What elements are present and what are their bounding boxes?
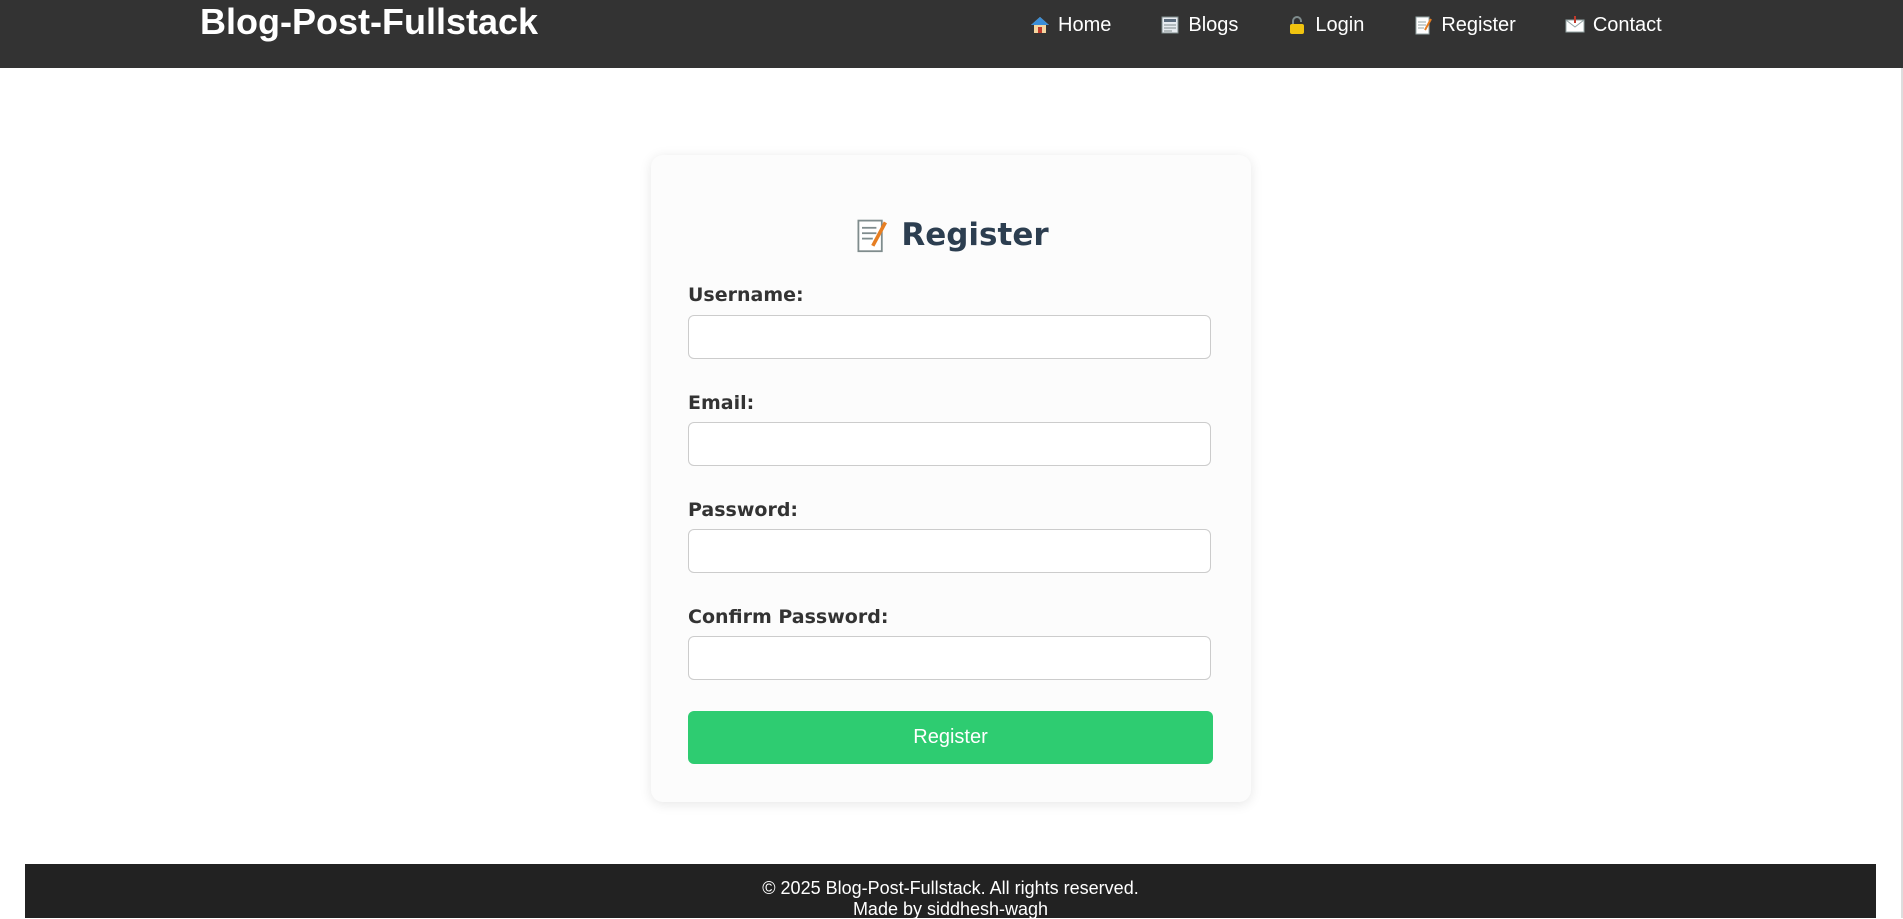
nav-link-label: Register <box>1441 13 1516 36</box>
password-label: Password: <box>688 499 799 521</box>
register-button[interactable]: Register <box>688 711 1213 764</box>
nav-link-register[interactable]: Register <box>1413 13 1516 37</box>
nav-link-login[interactable]: Login <box>1287 14 1364 37</box>
username-label: Username: <box>688 284 804 306</box>
register-card: Register Username: Email: Password: Conf… <box>651 155 1251 802</box>
register-heading: Register <box>651 217 1251 253</box>
lock-icon <box>1287 15 1307 35</box>
email-input[interactable] <box>688 422 1211 466</box>
nav-link-label: Blogs <box>1188 13 1239 36</box>
nav-link-label: Contact <box>1592 13 1662 36</box>
password-input[interactable] <box>688 529 1211 573</box>
envelope-icon <box>1565 15 1585 35</box>
nav-link-label: Login <box>1315 13 1365 36</box>
page-title: Register <box>901 217 1049 253</box>
footer-credit: Made by siddhesh-wagh <box>852 899 1049 919</box>
memo-icon <box>1413 15 1433 35</box>
nav-link-home[interactable]: Home <box>1030 14 1111 37</box>
nav-link-contact[interactable]: Contact <box>1565 14 1662 37</box>
username-input[interactable] <box>688 315 1211 359</box>
brand-title[interactable]: Blog-Post-Fullstack <box>200 0 538 44</box>
newspaper-icon <box>1160 15 1180 35</box>
footer-copyright: © 2025 Blog-Post-Fullstack. All rights r… <box>762 878 1139 898</box>
confirm-password-label: Confirm Password: <box>688 606 889 628</box>
page-footer: © 2025 Blog-Post-Fullstack. All rights r… <box>25 864 1876 919</box>
nav-link-label: Home <box>1058 13 1112 36</box>
top-navbar: Blog-Post-Fullstack Home Blogs Login Reg… <box>0 0 1903 68</box>
email-label: Email: <box>688 392 755 414</box>
memo-icon <box>853 217 889 253</box>
nav-links: Home Blogs Login Register Contact <box>1030 8 1662 42</box>
house-icon <box>1030 15 1050 35</box>
nav-link-blogs[interactable]: Blogs <box>1160 14 1238 37</box>
confirm-password-input[interactable] <box>688 636 1211 680</box>
